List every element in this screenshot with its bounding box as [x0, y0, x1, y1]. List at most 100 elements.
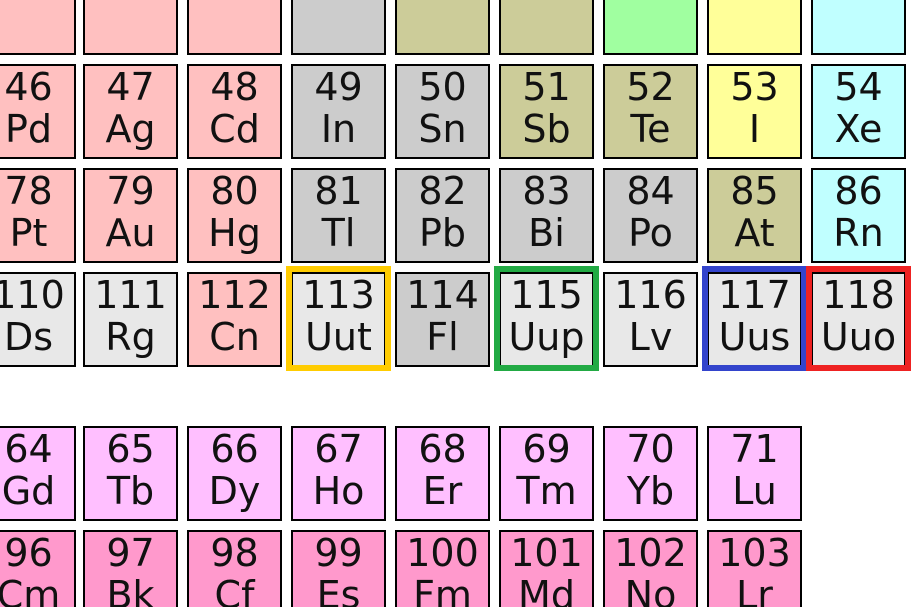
atomic-number: 114 [406, 273, 479, 317]
element-tile-tl: 81 Tl [291, 168, 386, 263]
element-tile-fl: 114 Fl [395, 272, 490, 367]
element-symbol: Lu [732, 469, 777, 513]
element-symbol: Cm [0, 573, 61, 607]
element-symbol: Lr [736, 573, 773, 607]
element-symbol: Ho [312, 469, 365, 513]
element-symbol: Se [605, 0, 696, 7]
atomic-number: 54 [834, 65, 883, 109]
periodic-table-excerpt: NiCuZnGaGeAsSeBrKr46Pd47Ag48Cd49In50Sn51… [0, 0, 913, 607]
element-tile-kr: Kr [811, 0, 906, 55]
element-tile-br: Br [707, 0, 802, 55]
element-symbol: Fm [413, 573, 472, 607]
element-tile-tb: 65 Tb [83, 426, 178, 521]
element-symbol: Tl [321, 211, 356, 255]
element-tile-cf: 98 Cf [187, 530, 282, 607]
highlight-frame-117 [702, 266, 807, 371]
element-tile-te: 52 Te [603, 64, 698, 159]
element-symbol: Pd [4, 107, 53, 151]
atomic-number: 46 [4, 65, 53, 109]
element-symbol: Cd [209, 107, 260, 151]
element-symbol: Cn [209, 315, 260, 359]
element-symbol: Au [105, 211, 156, 255]
element-tile-ag: 47 Ag [83, 64, 178, 159]
element-tile-in: 49 In [291, 64, 386, 159]
element-tile-sn: 50 Sn [395, 64, 490, 159]
element-tile-pt: 78 Pt [0, 168, 76, 263]
element-symbol: Rn [833, 211, 884, 255]
element-tile-pd: 46 Pd [0, 64, 76, 159]
element-symbol: Ge [397, 0, 488, 7]
atomic-number: 84 [626, 169, 675, 213]
element-tile-dy: 66 Dy [187, 426, 282, 521]
element-tile-i: 53 I [707, 64, 802, 159]
element-symbol: Po [628, 211, 673, 255]
element-symbol: Tm [516, 469, 577, 513]
element-tile-as: As [499, 0, 594, 55]
element-tile-pb: 82 Pb [395, 168, 490, 263]
element-tile-gd: 64 Gd [0, 426, 76, 521]
element-tile-cm: 96 Cm [0, 530, 76, 607]
element-symbol: Tb [106, 469, 155, 513]
element-tile-cn: 112 Cn [187, 272, 282, 367]
element-tile-rn: 86 Rn [811, 168, 906, 263]
atomic-number: 70 [626, 427, 675, 471]
element-tile-er: 68 Er [395, 426, 490, 521]
atomic-number: 79 [106, 169, 155, 213]
element-tile-au: 79 Au [83, 168, 178, 263]
element-tile-bi: 83 Bi [499, 168, 594, 263]
element-tile-ho: 67 Ho [291, 426, 386, 521]
element-symbol: Md [518, 573, 575, 607]
atomic-number: 65 [106, 427, 155, 471]
atomic-number: 47 [106, 65, 155, 109]
element-symbol: Sn [418, 107, 467, 151]
atomic-number: 78 [4, 169, 53, 213]
element-symbol: Rg [105, 315, 156, 359]
element-symbol: Fl [426, 315, 459, 359]
atomic-number: 49 [314, 65, 363, 109]
element-symbol: Hg [208, 211, 261, 255]
atomic-number: 51 [522, 65, 571, 109]
atomic-number: 52 [626, 65, 675, 109]
atomic-number: 81 [314, 169, 363, 213]
atomic-number: 98 [210, 531, 259, 575]
atomic-number: 69 [522, 427, 571, 471]
element-symbol: Sb [522, 107, 571, 151]
element-symbol: Gd [1, 469, 56, 513]
element-tile-no: 102 No [603, 530, 698, 607]
element-tile-po: 84 Po [603, 168, 698, 263]
atomic-number: 50 [418, 65, 467, 109]
atomic-number: 48 [210, 65, 259, 109]
atomic-number: 67 [314, 427, 363, 471]
element-symbol: At [734, 211, 775, 255]
atomic-number: 110 [0, 273, 65, 317]
element-tile-at: 85 At [707, 168, 802, 263]
atomic-number: 68 [418, 427, 467, 471]
element-symbol: Dy [208, 469, 261, 513]
element-tile-xe: 54 Xe [811, 64, 906, 159]
atomic-number: 100 [406, 531, 479, 575]
element-symbol: Cf [214, 573, 255, 607]
element-symbol: Pb [418, 211, 467, 255]
element-tile-md: 101 Md [499, 530, 594, 607]
element-tile-es: 99 Es [291, 530, 386, 607]
element-tile-rg: 111 Rg [83, 272, 178, 367]
element-symbol: Es [316, 573, 361, 607]
element-tile-se: Se [603, 0, 698, 55]
element-symbol: Ag [105, 107, 156, 151]
element-tile-yb: 70 Yb [603, 426, 698, 521]
highlight-frame-115 [494, 266, 599, 371]
element-symbol: In [320, 107, 357, 151]
atomic-number: 82 [418, 169, 467, 213]
highlight-frame-118 [806, 266, 911, 371]
highlight-frame-113 [286, 266, 391, 371]
element-symbol: Bi [528, 211, 565, 255]
atomic-number: 97 [106, 531, 155, 575]
element-symbol: Pt [9, 211, 48, 255]
element-symbol: Te [630, 107, 671, 151]
atomic-number: 71 [730, 427, 779, 471]
element-tile-fm: 100 Fm [395, 530, 490, 607]
element-tile-tm: 69 Tm [499, 426, 594, 521]
element-symbol: Yb [626, 469, 675, 513]
element-tile-hg: 80 Hg [187, 168, 282, 263]
atomic-number: 85 [730, 169, 779, 213]
